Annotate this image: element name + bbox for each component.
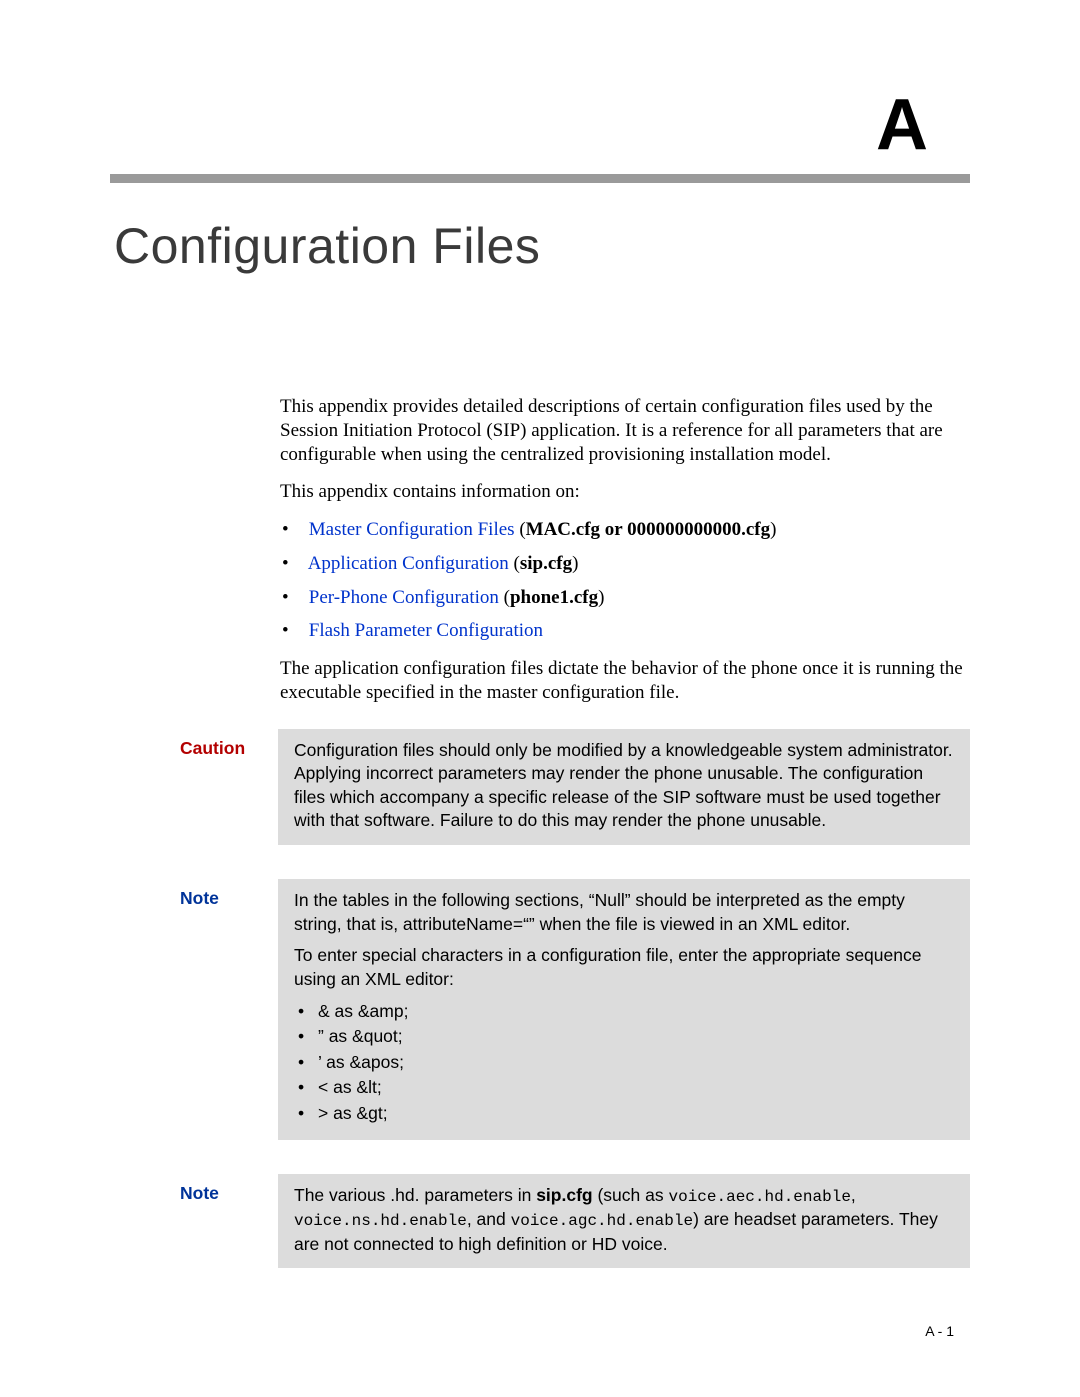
toc-item-file: sip.cfg	[520, 553, 572, 574]
text: (	[515, 519, 526, 540]
appendix-letter: A	[110, 84, 970, 166]
code-literal: voice.agc.hd.enable	[511, 1212, 693, 1230]
text: (	[509, 553, 520, 574]
toc-link-app-config[interactable]: Application Configuration	[308, 553, 509, 574]
code-literal: voice.aec.hd.enable	[668, 1188, 850, 1206]
body-paragraph: The application configuration files dict…	[280, 657, 970, 705]
callout-box: The various .hd. parameters in sip.cfg (…	[278, 1174, 970, 1269]
text-bold: sip.cfg	[536, 1185, 592, 1205]
page-number: A - 1	[925, 1323, 954, 1339]
entity-item: ” as &quot;	[318, 1025, 954, 1049]
entity-item: & as &amp;	[318, 1000, 954, 1024]
toc-item: Application Configuration (sip.cfg)	[304, 552, 970, 576]
callout-note: Note In the tables in the following sect…	[180, 879, 970, 1140]
toc-link-per-phone-config[interactable]: Per-Phone Configuration	[309, 587, 499, 608]
callout-label-note: Note	[180, 1174, 260, 1269]
text: The various .hd. parameters in	[294, 1185, 536, 1205]
entity-list: & as &amp; ” as &quot; ’ as &apos; < as …	[318, 1000, 954, 1126]
callout-label-caution: Caution	[180, 729, 260, 846]
entity-item: < as &lt;	[318, 1076, 954, 1100]
callout-text: To enter special characters in a configu…	[294, 944, 954, 991]
text: , and	[467, 1209, 511, 1229]
intro-lead-in: This appendix contains information on:	[280, 480, 970, 504]
toc-item: Master Configuration Files (MAC.cfg or 0…	[304, 518, 970, 542]
text: ,	[851, 1185, 856, 1205]
text: )	[572, 553, 578, 574]
toc-list: Master Configuration Files (MAC.cfg or 0…	[280, 518, 970, 643]
toc-item-file: phone1.cfg	[510, 587, 598, 608]
intro-paragraph: This appendix provides detailed descript…	[280, 395, 970, 466]
callout-label-note: Note	[180, 879, 260, 1140]
toc-link-flash-param[interactable]: Flash Parameter Configuration	[309, 620, 543, 641]
callout-note: Note The various .hd. parameters in sip.…	[180, 1174, 970, 1269]
callout-box: In the tables in the following sections,…	[278, 879, 970, 1140]
callout-box: Configuration files should only be modif…	[278, 729, 970, 846]
entity-item: ’ as &apos;	[318, 1051, 954, 1075]
text: (such as	[593, 1185, 669, 1205]
toc-item: Per-Phone Configuration (phone1.cfg)	[304, 586, 970, 610]
toc-item: Flash Parameter Configuration	[304, 619, 970, 643]
code-literal: voice.ns.hd.enable	[294, 1212, 467, 1230]
text: )	[598, 587, 604, 608]
entity-item: > as &gt;	[318, 1102, 954, 1126]
toc-link-master-config[interactable]: Master Configuration Files	[309, 519, 515, 540]
callout-text: Configuration files should only be modif…	[294, 739, 954, 834]
text: (	[499, 587, 510, 608]
body-column: This appendix provides detailed descript…	[280, 395, 970, 705]
callout-text: In the tables in the following sections,…	[294, 889, 954, 936]
divider-rule	[110, 174, 970, 183]
text: )	[770, 519, 776, 540]
toc-item-file: MAC.cfg or 000000000000.cfg	[526, 519, 771, 540]
callout-text: The various .hd. parameters in sip.cfg (…	[294, 1184, 954, 1257]
page: A Configuration Files This appendix prov…	[0, 0, 1080, 1397]
callout-caution: Caution Configuration files should only …	[180, 729, 970, 846]
page-title: Configuration Files	[114, 217, 970, 275]
